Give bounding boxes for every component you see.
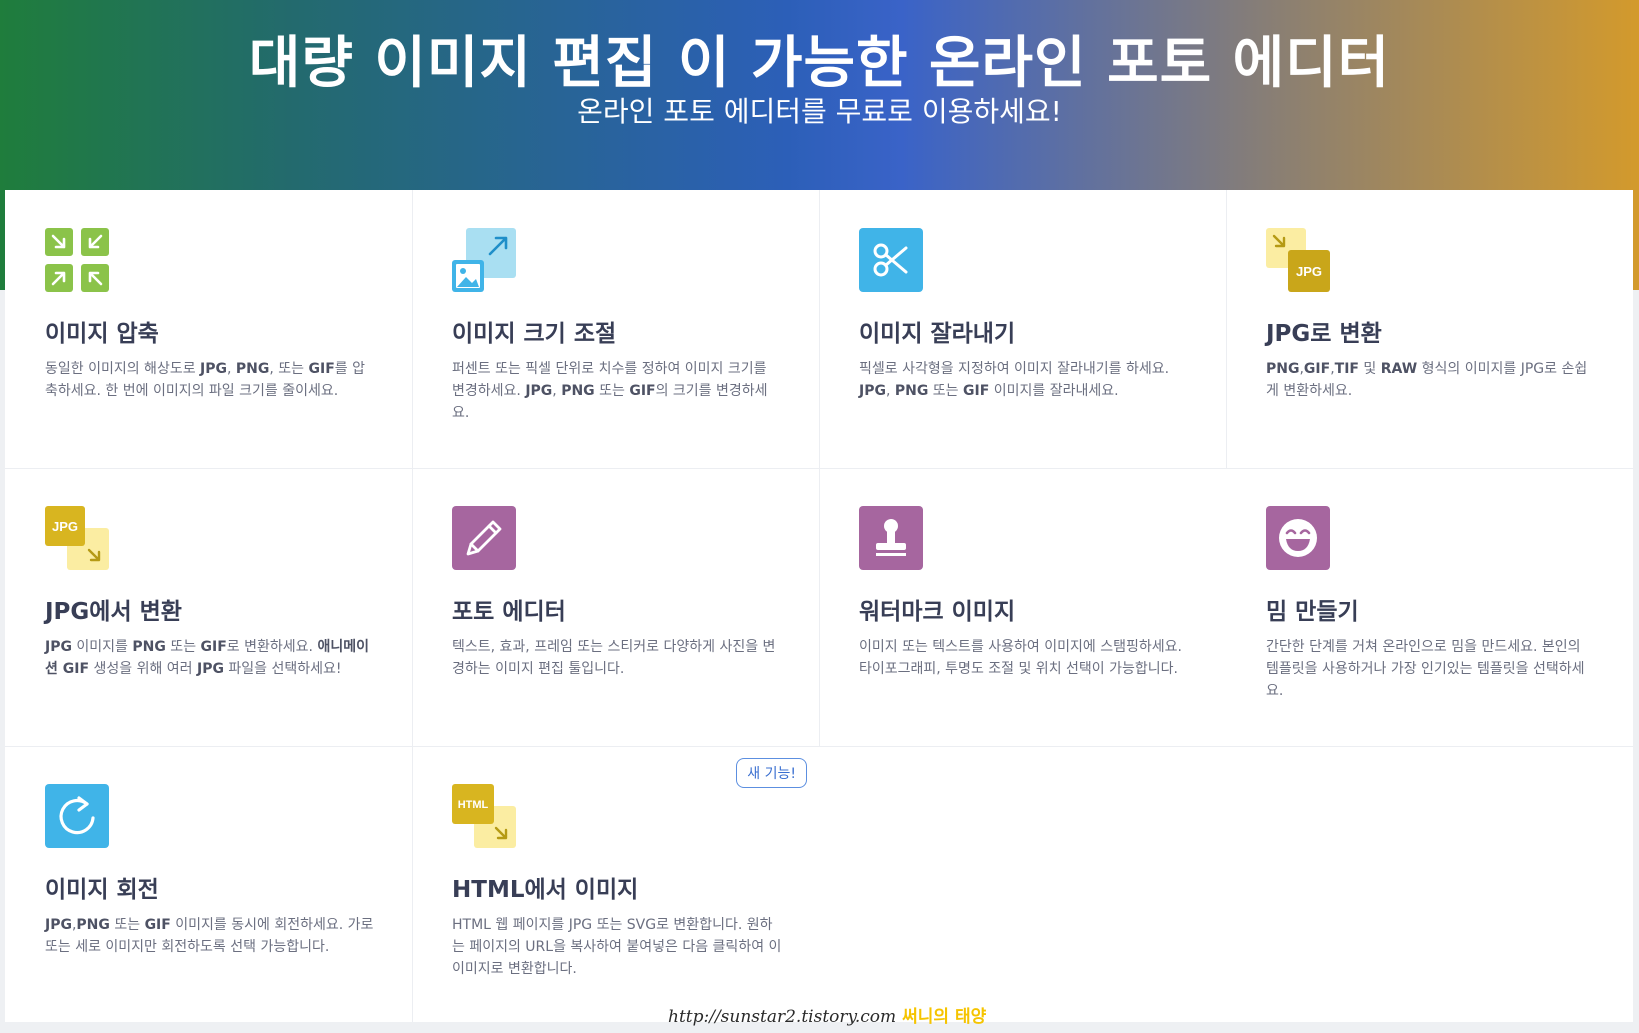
tool-description: HTML 웹 페이지를 JPG 또는 SVG로 변환합니다. 원하는 페이지의 … — [452, 914, 782, 980]
rotate-icon — [45, 784, 109, 848]
tool-description: 동일한 이미지의 해상도로 JPG, PNG, 또는 GIF를 압축하세요. 한… — [45, 358, 375, 402]
description-text: 동일한 이미지의 해상도로 — [45, 361, 201, 377]
tool-description: 텍스트, 효과, 프레임 또는 스티커로 다양하게 사진을 변경하는 이미지 편… — [452, 636, 782, 680]
jpg-label: JPG — [1296, 264, 1322, 279]
description-text: , — [227, 361, 236, 377]
scissors-icon — [859, 228, 923, 292]
format-keyword: JPG — [525, 383, 553, 399]
description-text: , 또는 — [269, 361, 309, 377]
format-keyword: PNG — [132, 639, 166, 655]
convert-from-jpg-icon: JPG — [45, 506, 109, 570]
tool-card-resize[interactable]: 이미지 크기 조절 퍼센트 또는 픽셀 단위로 치수를 정하여 이미지 크기를 … — [412, 190, 819, 468]
format-keyword: GIF — [1303, 361, 1331, 377]
tool-title: HTML에서 이미지 — [452, 877, 639, 903]
tool-title: 이미지 잘라내기 — [859, 321, 1016, 347]
description-text: , — [552, 383, 562, 399]
tool-card-compress[interactable]: 이미지 압축 동일한 이미지의 해상도로 JPG, PNG, 또는 GIF를 압… — [5, 190, 412, 468]
description-text: 이미지를 잘라내세요. — [989, 383, 1119, 399]
description-text: 또는 — [165, 639, 201, 655]
description-text: 간단한 단계를 거쳐 온라인으로 밈을 만드세요. 본인의 템플릿을 사용하거나… — [1266, 639, 1585, 699]
laughing-face-icon — [1266, 506, 1330, 570]
tool-card-html-to-image[interactable]: 새 기능! HTML HTML에서 이미지 HTML 웹 페이지를 JPG 또는… — [412, 746, 819, 1024]
description-text: 또는 — [594, 383, 630, 399]
description-text: 텍스트, 효과, 프레임 또는 스티커로 다양하게 사진을 변경하는 이미지 편… — [452, 639, 776, 677]
description-text: 파일을 선택하세요! — [223, 661, 342, 677]
description-text: 로 변환하세요. — [226, 639, 318, 655]
description-text: 또는 — [928, 383, 964, 399]
page-subtitle: 온라인 포토 에디터를 무료로 이용하세요! — [577, 95, 1062, 128]
tool-card-to-jpg[interactable]: JPG JPG로 변환 PNG,GIF,TIF 및 RAW 형식의 이미지를 J… — [1226, 190, 1633, 468]
tool-title: 이미지 크기 조절 — [452, 321, 617, 347]
tool-card-photo-editor[interactable]: 포토 에디터 텍스트, 효과, 프레임 또는 스티커로 다양하게 사진을 변경하… — [412, 468, 819, 746]
tool-description: 퍼센트 또는 픽셀 단위로 치수를 정하여 이미지 크기를 변경하세요. JPG… — [452, 358, 782, 424]
format-keyword: JPG — [859, 383, 886, 399]
tool-description: 간단한 단계를 거쳐 온라인으로 밈을 만드세요. 본인의 템플릿을 사용하거나… — [1266, 636, 1596, 702]
format-keyword: JPG — [200, 361, 227, 377]
jpg-label: JPG — [52, 519, 78, 534]
format-keyword: PNG — [561, 383, 595, 399]
blog-watermark: http://sunstar2.tistory.com 써니의 태양 — [668, 1002, 986, 1027]
tool-description: JPG,PNG 또는 GIF 이미지를 동시에 회전하세요. 가로 또는 세로 … — [45, 914, 375, 958]
html-label: HTML — [458, 799, 489, 811]
format-keyword: PNG — [1266, 361, 1300, 377]
format-keyword: RAW — [1380, 361, 1418, 377]
description-text: 생성을 위해 여러 — [89, 661, 197, 677]
format-keyword: GIF — [144, 917, 171, 933]
convert-to-jpg-icon: JPG — [1266, 228, 1330, 292]
grid-divider — [5, 746, 1633, 747]
pencil-icon — [452, 506, 516, 570]
tool-card-rotate[interactable]: 이미지 회전 JPG,PNG 또는 GIF 이미지를 동시에 회전하세요. 가로… — [5, 746, 412, 1024]
tool-card-meme[interactable]: 밈 만들기 간단한 단계를 거쳐 온라인으로 밈을 만드세요. 본인의 템플릿을… — [1226, 468, 1633, 746]
tool-title: 이미지 압축 — [45, 321, 159, 347]
description-text: 또는 — [109, 917, 145, 933]
html-to-image-icon: HTML — [452, 784, 516, 848]
format-keyword: TIF — [1334, 361, 1359, 377]
watermark-name: 써니의 태양 — [902, 1007, 987, 1027]
description-text: 픽셀로 사각형을 지정하여 이미지 잘라내기를 하세요. — [859, 361, 1170, 377]
format-keyword: GIF — [308, 361, 335, 377]
tool-title: JPG로 변환 — [1266, 321, 1382, 347]
resize-image-icon — [452, 228, 516, 292]
grid-divider — [5, 468, 1633, 469]
tool-title: 밈 만들기 — [1266, 599, 1359, 625]
format-keyword: GIF — [963, 383, 990, 399]
watermark-url: http://sunstar2.tistory.com — [668, 1007, 897, 1027]
format-keyword: JPG — [45, 917, 72, 933]
description-text: 및 — [1358, 361, 1381, 377]
tool-title: 이미지 회전 — [45, 877, 159, 903]
tool-card-crop[interactable]: 이미지 잘라내기 픽셀로 사각형을 지정하여 이미지 잘라내기를 하세요. JP… — [819, 190, 1226, 468]
new-feature-badge: 새 기능! — [736, 758, 807, 788]
format-keyword: GIF — [200, 639, 227, 655]
description-text: HTML 웹 페이지를 JPG 또는 SVG로 변환합니다. 원하는 페이지의 … — [452, 917, 782, 977]
tool-description: PNG,GIF,TIF 및 RAW 형식의 이미지를 JPG로 손쉽게 변환하세… — [1266, 358, 1596, 402]
format-keyword: PNG — [894, 383, 929, 399]
stamp-icon — [859, 506, 923, 570]
description-text: , — [885, 383, 895, 399]
grid-divider — [412, 190, 413, 1022]
format-keyword: PNG — [76, 917, 110, 933]
format-keyword: JPG — [197, 661, 224, 677]
format-keyword: GIF — [62, 661, 90, 677]
tool-description: 픽셀로 사각형을 지정하여 이미지 잘라내기를 하세요. JPG, PNG 또는… — [859, 358, 1189, 402]
format-keyword: JPG — [45, 639, 72, 655]
tool-description: JPG 이미지를 PNG 또는 GIF로 변환하세요. 애니메이션 GIF 생성… — [45, 636, 375, 680]
description-text: 이미지 또는 텍스트를 사용하여 이미지에 스탬핑하세요. 타이포그래피, 투명… — [859, 639, 1182, 677]
tool-description: 이미지 또는 텍스트를 사용하여 이미지에 스탬핑하세요. 타이포그래피, 투명… — [859, 636, 1189, 680]
compress-arrows-icon — [45, 228, 109, 292]
page-title: 대량 이미지 편집 이 가능한 온라인 포토 에디터 — [248, 31, 1391, 96]
grid-divider — [1226, 190, 1227, 468]
tools-grid: 이미지 압축 동일한 이미지의 해상도로 JPG, PNG, 또는 GIF를 압… — [5, 190, 1633, 1022]
format-keyword: GIF — [629, 383, 656, 399]
tool-card-watermark[interactable]: 워터마크 이미지 이미지 또는 텍스트를 사용하여 이미지에 스탬핑하세요. 타… — [819, 468, 1226, 746]
tool-title: 워터마크 이미지 — [859, 599, 1016, 625]
description-text: 이미지를 — [71, 639, 133, 655]
tool-title: 포토 에디터 — [452, 599, 566, 625]
format-keyword: PNG — [235, 361, 270, 377]
tool-card-from-jpg[interactable]: JPG JPG에서 변환 JPG 이미지를 PNG 또는 GIF로 변환하세요.… — [5, 468, 412, 746]
tool-title: JPG에서 변환 — [45, 599, 182, 625]
